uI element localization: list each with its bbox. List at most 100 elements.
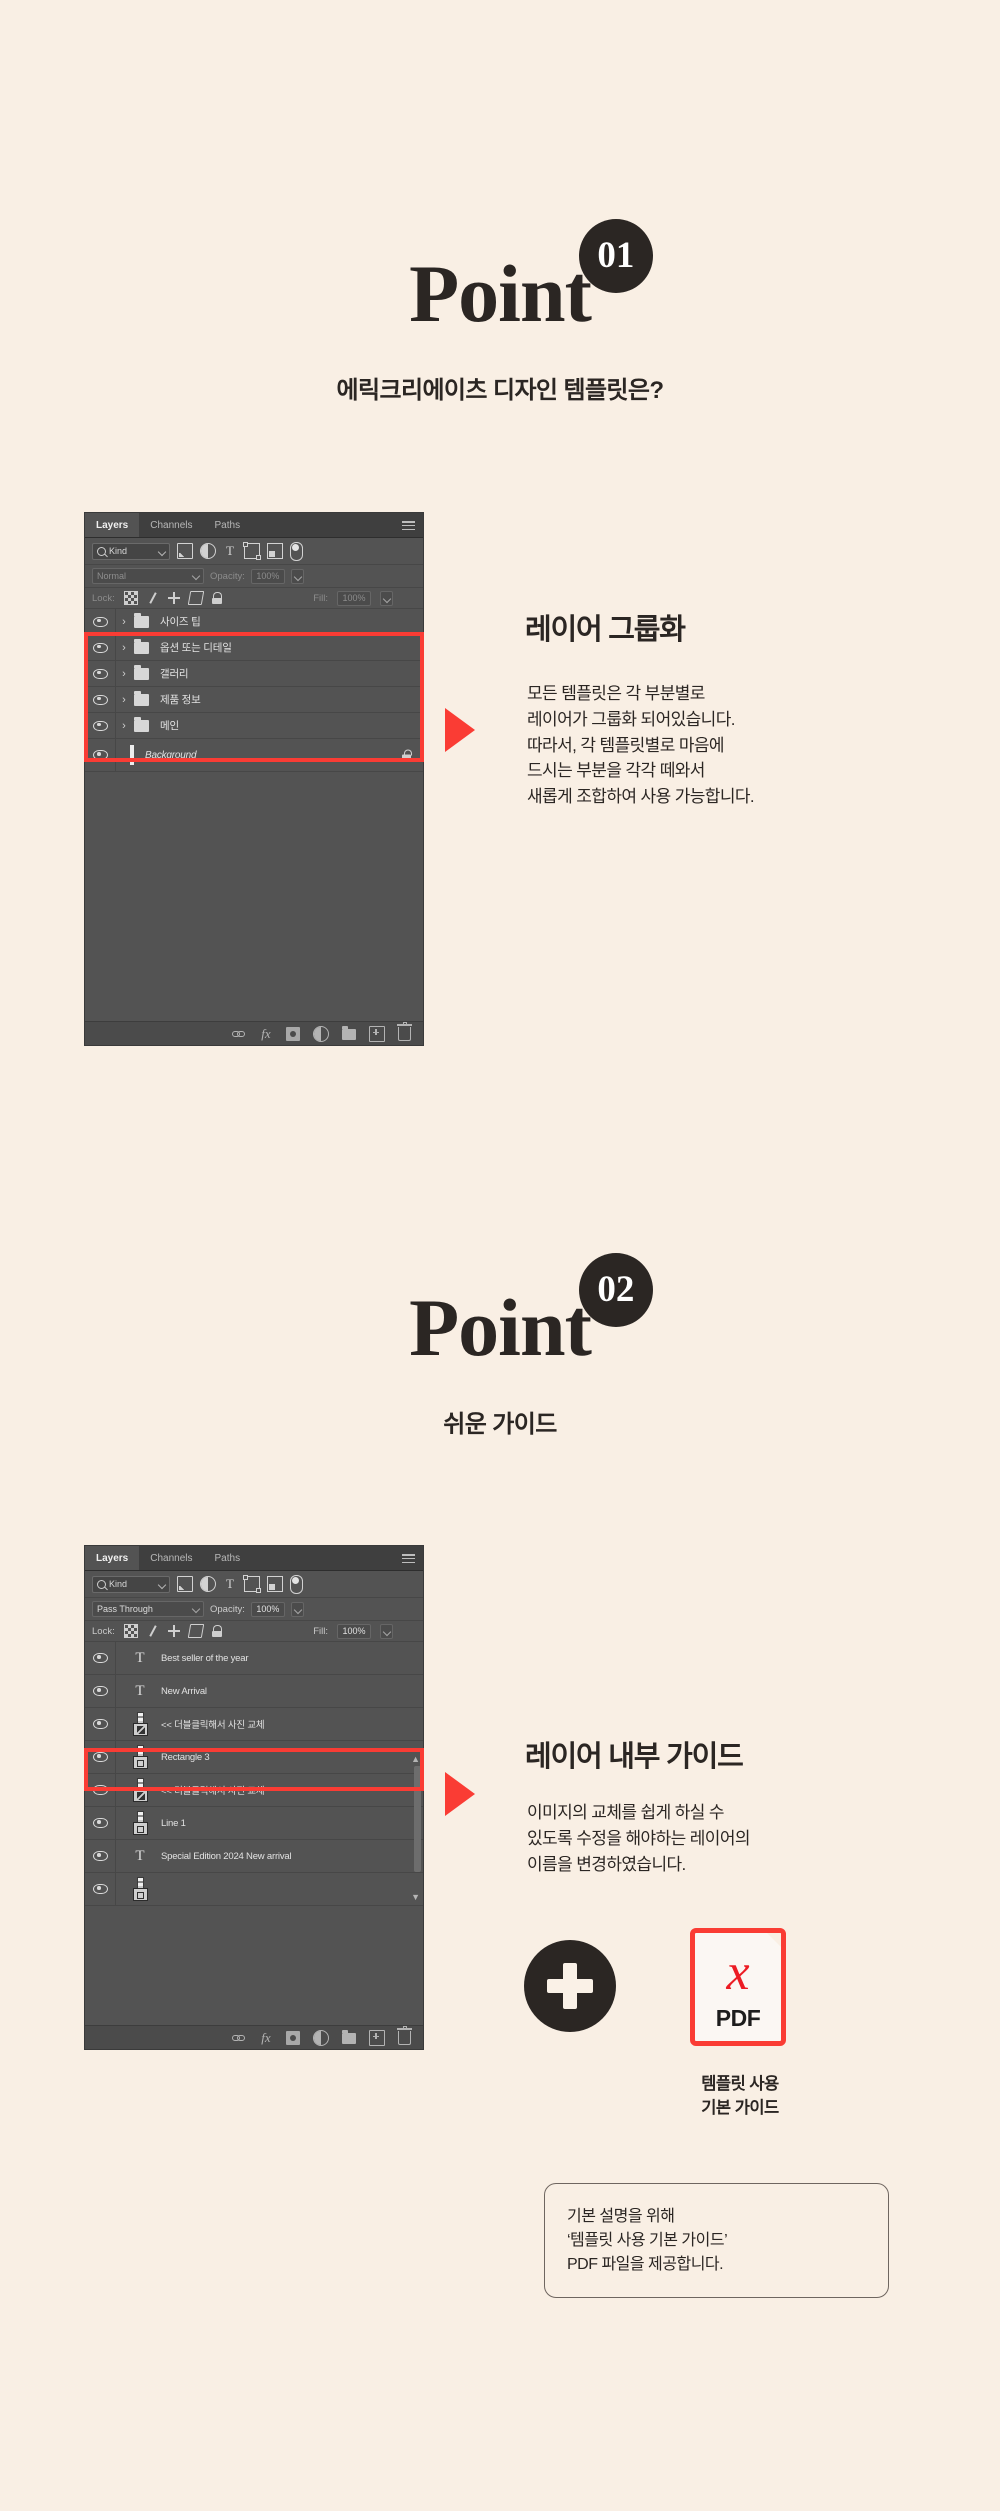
layer-visibility-toggle[interactable] <box>85 1642 116 1674</box>
photoshop-layers-panel-2[interactable]: Layers Channels Paths Kind T Pass Throug… <box>84 1545 424 2050</box>
new-layer-icon[interactable] <box>369 2029 385 2046</box>
filter-toggle-icon[interactable] <box>290 1574 303 1594</box>
table-row[interactable]: T New Arrival <box>85 1675 423 1708</box>
adjustment-filter-icon[interactable] <box>200 1576 216 1592</box>
image-filter-icon[interactable] <box>177 1576 193 1592</box>
chevron-right-icon[interactable]: › <box>116 668 132 680</box>
tab-layers[interactable]: Layers <box>85 513 140 537</box>
panel-1-layer-list[interactable]: › 사이즈 팁 › 옵션 또는 디테일 › 갤러리 › 제품 정보 › 메인 B… <box>85 609 423 772</box>
table-row[interactable]: › 제품 정보 <box>85 687 423 713</box>
layer-visibility-toggle[interactable] <box>85 1741 116 1773</box>
image-filter-icon[interactable] <box>177 543 193 559</box>
table-row[interactable]: Background <box>85 739 423 772</box>
type-filter-icon[interactable]: T <box>223 544 237 558</box>
filter-kind-select[interactable]: Kind <box>92 542 170 560</box>
layer-visibility-toggle[interactable] <box>85 1774 116 1806</box>
opacity-stepper[interactable] <box>290 568 304 584</box>
layer-visibility-toggle[interactable] <box>85 661 116 686</box>
panel-1-tab-bar[interactable]: Layers Channels Paths <box>85 513 423 538</box>
layer-visibility-toggle[interactable] <box>85 713 116 738</box>
shape-filter-icon[interactable] <box>243 542 261 560</box>
photoshop-layers-panel-1[interactable]: Layers Channels Paths Kind T Normal Opac… <box>84 512 424 1046</box>
table-row[interactable]: › 갤러리 <box>85 661 423 687</box>
layer-style-icon[interactable]: fx <box>259 1026 273 1041</box>
panel-1-bottom-toolbar[interactable]: fx <box>85 1021 423 1045</box>
panel-1-lock-bar[interactable]: Lock: Fill: 100% <box>85 588 423 609</box>
lock-position-icon[interactable] <box>167 592 180 604</box>
shape-filter-icon[interactable] <box>243 1575 261 1593</box>
delete-layer-icon[interactable] <box>397 1022 412 1041</box>
lock-artboard-icon[interactable] <box>187 1624 204 1638</box>
table-row-partial[interactable] <box>85 1873 423 1906</box>
fill-value[interactable]: 100% <box>337 590 371 606</box>
lock-artboard-icon[interactable] <box>187 591 204 605</box>
lock-position-icon[interactable] <box>167 1625 180 1637</box>
link-layers-icon[interactable] <box>232 1027 246 1041</box>
chevron-right-icon[interactable]: › <box>116 642 132 654</box>
fill-stepper[interactable] <box>380 1623 393 1639</box>
new-adjustment-layer-icon[interactable] <box>313 2029 329 2046</box>
layer-visibility-toggle[interactable] <box>85 739 116 771</box>
panel-1-filter-bar[interactable]: Kind T <box>85 538 423 565</box>
layer-visibility-toggle[interactable] <box>85 1675 116 1707</box>
fill-stepper[interactable] <box>380 590 393 606</box>
panel-2-tab-bar[interactable]: Layers Channels Paths <box>85 1546 423 1571</box>
smart-object-filter-icon[interactable] <box>267 1576 283 1592</box>
type-filter-icon[interactable]: T <box>223 1577 237 1591</box>
new-adjustment-layer-icon[interactable] <box>313 1025 329 1042</box>
tab-paths[interactable]: Paths <box>204 513 252 537</box>
layer-visibility-toggle[interactable] <box>85 1708 116 1740</box>
opacity-value[interactable]: 100% <box>250 1601 285 1617</box>
chevron-right-icon[interactable]: › <box>116 720 132 732</box>
tab-channels[interactable]: Channels <box>139 513 203 537</box>
fill-value[interactable]: 100% <box>337 1623 371 1639</box>
panel-2-blend-bar[interactable]: Pass Through Opacity: 100% <box>85 1598 423 1621</box>
lock-transparent-pixels-icon[interactable] <box>123 591 138 605</box>
scroll-down-icon[interactable]: ▼ <box>411 1892 420 1902</box>
table-row[interactable]: << 더블클릭해서 사진 교체 <box>85 1774 423 1807</box>
table-row[interactable]: Rectangle 3 <box>85 1741 423 1774</box>
new-layer-icon[interactable] <box>369 1025 385 1042</box>
lock-image-pixels-icon[interactable] <box>147 1625 159 1637</box>
table-row[interactable]: T Special Edition 2024 New arrival <box>85 1840 423 1873</box>
tab-layers[interactable]: Layers <box>85 1546 140 1570</box>
chevron-right-icon[interactable]: › <box>116 694 132 706</box>
smart-object-filter-icon[interactable] <box>267 543 283 559</box>
link-layers-icon[interactable] <box>232 2031 246 2045</box>
panel-menu-icon[interactable] <box>402 521 415 530</box>
table-row[interactable]: T Best seller of the year <box>85 1642 423 1675</box>
opacity-value[interactable]: 100% <box>250 568 285 584</box>
panel-2-layer-list[interactable]: T Best seller of the year T New Arrival … <box>85 1642 423 1906</box>
layer-visibility-toggle[interactable] <box>85 635 116 660</box>
layer-visibility-toggle[interactable] <box>85 687 116 712</box>
layer-list-scrollbar[interactable] <box>414 1766 421 1872</box>
table-row[interactable]: › 메인 <box>85 713 423 739</box>
blend-mode-select[interactable]: Pass Through <box>92 1601 204 1617</box>
delete-layer-icon[interactable] <box>397 2026 412 2045</box>
panel-1-blend-bar[interactable]: Normal Opacity: 100% <box>85 565 423 588</box>
blend-mode-select[interactable]: Normal <box>92 568 204 584</box>
add-mask-icon[interactable] <box>286 1026 300 1041</box>
layer-style-icon[interactable]: fx <box>259 2030 273 2045</box>
lock-all-icon[interactable] <box>211 592 223 604</box>
layer-visibility-toggle[interactable] <box>85 1840 116 1872</box>
panel-2-bottom-toolbar[interactable]: fx <box>85 2025 423 2049</box>
layer-visibility-toggle[interactable] <box>85 1807 116 1839</box>
adjustment-filter-icon[interactable] <box>200 543 216 559</box>
tab-paths[interactable]: Paths <box>204 1546 252 1570</box>
lock-image-pixels-icon[interactable] <box>147 592 159 604</box>
table-row[interactable]: << 더블클릭해서 사진 교체 <box>85 1708 423 1741</box>
chevron-right-icon[interactable]: › <box>116 616 132 628</box>
lock-transparent-pixels-icon[interactable] <box>123 1624 138 1638</box>
panel-2-filter-bar[interactable]: Kind T <box>85 1571 423 1598</box>
scroll-up-icon[interactable]: ▲ <box>411 1754 420 1764</box>
panel-2-lock-bar[interactable]: Lock: Fill: 100% <box>85 1621 423 1642</box>
layer-visibility-toggle[interactable] <box>85 609 116 634</box>
new-group-icon[interactable] <box>342 1026 356 1040</box>
lock-all-icon[interactable] <box>211 1625 223 1637</box>
table-row[interactable]: Line 1 <box>85 1807 423 1840</box>
table-row[interactable]: › 옵션 또는 디테일 <box>85 635 423 661</box>
layer-visibility-toggle[interactable] <box>85 1873 116 1905</box>
filter-kind-select[interactable]: Kind <box>92 1575 170 1593</box>
tab-channels[interactable]: Channels <box>139 1546 203 1570</box>
